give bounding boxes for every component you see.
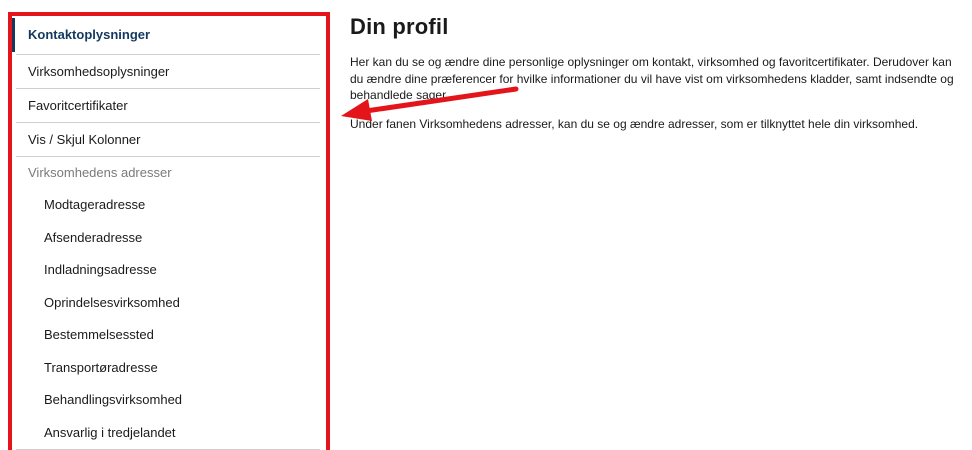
sidebar-item-vis-skjul-kolonner[interactable]: Vis / Skjul Kolonner (16, 123, 320, 157)
page-title: Din profil (350, 14, 449, 39)
sidebar-group-virksomhedens-adresser: Virksomhedens adresser (28, 165, 172, 180)
profile-page: Kontaktoplysninger Virksomhedsoplysninge… (0, 0, 972, 450)
intro-paragraph: Her kan du se og ændre dine personlige o… (350, 55, 954, 102)
sidebar-subitem-ansvarlig-i-tredjelandet[interactable]: Ansvarlig i tredjelandet (16, 417, 320, 450)
sidebar-subitem-oprindelsesvirksomhed[interactable]: Oprindelsesvirksomhed (16, 287, 326, 320)
sidebar-item-virksomhedsoplysninger[interactable]: Virksomhedsoplysninger (16, 55, 320, 89)
sidebar-menu: Kontaktoplysninger Virksomhedsoplysninge… (12, 16, 326, 450)
addresses-paragraph: Under fanen Virksomhedens adresser, kan … (350, 116, 919, 131)
sidebar-subitem-afsenderadresse[interactable]: Afsenderadresse (16, 222, 326, 255)
profile-content: Din profil Her kan du se og ændre dine p… (350, 14, 965, 144)
sidebar-subitem-modtageradresse[interactable]: Modtageradresse (16, 189, 326, 222)
sidebar-subitem-behandlingsvirksomhed[interactable]: Behandlingsvirksomhed (16, 384, 326, 417)
sidebar-subitem-transportoeradresse[interactable]: Transportøradresse (16, 352, 326, 385)
profile-sidebar: Kontaktoplysninger Virksomhedsoplysninge… (8, 12, 330, 450)
sidebar-item-kontaktoplysninger[interactable]: Kontaktoplysninger (12, 16, 320, 55)
sidebar-item-favoritcertifikater[interactable]: Favoritcertifikater (16, 89, 320, 123)
sidebar-subitem-bestemmelsessted[interactable]: Bestemmelsessted (16, 319, 326, 352)
sidebar-subitem-indladningsadresse[interactable]: Indladningsadresse (16, 254, 326, 287)
